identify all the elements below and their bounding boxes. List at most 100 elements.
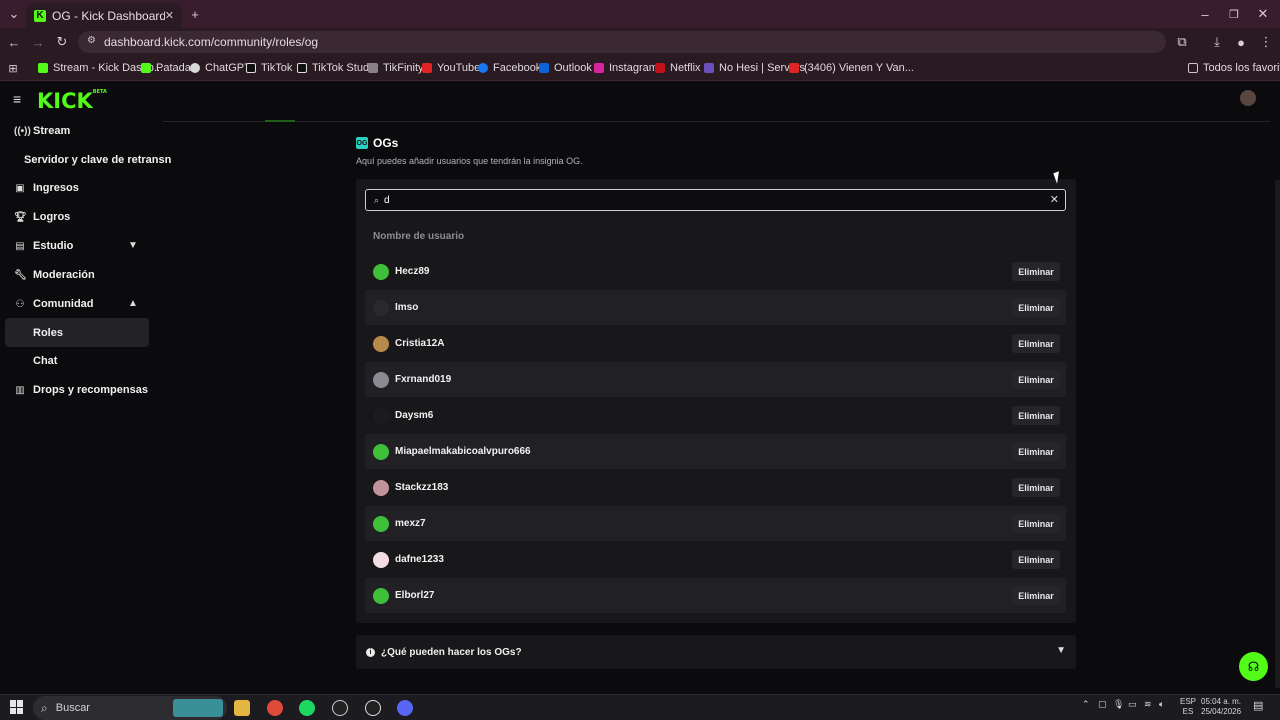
- bookmark-tikfinity[interactable]: TikFinity: [368, 60, 424, 76]
- search-highlight-image: [173, 699, 223, 717]
- kick-bookmark-icon: [141, 63, 151, 73]
- steam-icon[interactable]: [365, 700, 381, 716]
- menu-kebab-icon[interactable]: ⋮: [1256, 32, 1276, 52]
- volume-icon[interactable]: 🔈︎: [1159, 699, 1164, 710]
- user-row: Cristia12A Eliminar: [365, 326, 1066, 361]
- sidebar-item-drops[interactable]: ▥ Drops y recompensas: [14, 379, 148, 401]
- language-indicator[interactable]: ESP ES: [1180, 697, 1196, 717]
- file-explorer-icon[interactable]: [234, 700, 250, 716]
- delete-button[interactable]: Eliminar: [1012, 586, 1060, 605]
- tiktok-icon: [246, 63, 256, 73]
- page-scrollbar[interactable]: [1275, 180, 1280, 688]
- user-avatar[interactable]: [1240, 90, 1256, 106]
- close-tab-icon[interactable]: ✕: [165, 9, 174, 22]
- download-icon[interactable]: ⤓: [1207, 32, 1227, 52]
- apps-grid-icon[interactable]: ⊞: [3, 58, 23, 78]
- all-bookmarks[interactable]: Todos los favoritos: [1188, 60, 1280, 76]
- sidebar-item-comunidad[interactable]: ⚇ Comunidad: [14, 293, 94, 315]
- url-field[interactable]: ⚙ dashboard.kick.com/community/roles/og: [78, 31, 1166, 53]
- hamburger-menu-icon[interactable]: ≡: [13, 91, 21, 107]
- search-icon: ⌕: [41, 700, 48, 715]
- bookmark-patada[interactable]: Patada: [141, 60, 191, 76]
- netflix-icon: [655, 63, 665, 73]
- chevron-down-icon[interactable]: ▼: [128, 240, 138, 251]
- close-window-icon[interactable]: ✕: [1253, 4, 1273, 24]
- delete-button[interactable]: Eliminar: [1012, 334, 1060, 353]
- clear-search-icon[interactable]: ✕: [1050, 193, 1059, 206]
- user-row: Fxrnand019 Eliminar: [365, 362, 1066, 397]
- delete-button[interactable]: Eliminar: [1012, 442, 1060, 461]
- chrome-icon[interactable]: [267, 700, 283, 716]
- sidebar-item-roles[interactable]: Roles: [33, 322, 63, 344]
- extensions-icon[interactable]: ⧉: [1172, 32, 1192, 52]
- kick-logo[interactable]: KICKBETA: [37, 89, 107, 113]
- wallet-icon: ▣: [15, 182, 25, 194]
- bookmark-outlook[interactable]: Outlook: [539, 60, 592, 76]
- kick-bookmark-icon: [38, 63, 48, 73]
- delete-button[interactable]: Eliminar: [1012, 478, 1060, 497]
- avatar: [373, 515, 389, 532]
- bookmark-facebook[interactable]: Facebook: [478, 60, 541, 76]
- spotify-icon[interactable]: [299, 700, 315, 716]
- new-tab-icon[interactable]: +: [185, 4, 205, 24]
- bookmark-netflix[interactable]: Netflix: [655, 60, 701, 76]
- delete-button[interactable]: Eliminar: [1012, 262, 1060, 281]
- sidebar-item-stream[interactable]: ((•)) Stream: [14, 120, 70, 142]
- delete-button[interactable]: Eliminar: [1012, 298, 1060, 317]
- windows-taskbar: ⌕ Buscar ⌃ ▢ 🎙︎ ▭ ≋ 🔈︎ ESP ES 05:04 a. m.…: [0, 694, 1280, 720]
- faq-accordion[interactable]: i ¿Qué pueden hacer los OGs? ▼: [356, 635, 1076, 669]
- tikfinity-icon: [368, 63, 378, 73]
- sidebar-item-server-key[interactable]: Servidor y clave de retransn: [24, 149, 171, 171]
- delete-button[interactable]: Eliminar: [1012, 370, 1060, 389]
- bookmark-vienen-y-van[interactable]: (3406) Vienen Y Van...: [789, 60, 914, 76]
- studio-icon: ▤: [15, 240, 25, 252]
- chevron-up-icon[interactable]: ▲: [128, 298, 138, 309]
- sidebar-item-chat[interactable]: Chat: [33, 350, 57, 372]
- tray-app-icon[interactable]: ▢: [1098, 699, 1107, 710]
- tray-monitor-icon[interactable]: ▭: [1128, 699, 1137, 710]
- back-icon[interactable]: ←: [4, 32, 24, 52]
- user-row: Stackzz183 Eliminar: [365, 470, 1066, 505]
- notification-icon[interactable]: ▤: [1253, 699, 1263, 712]
- clock[interactable]: 05:04 a. m. 25/04/2026: [1201, 697, 1241, 717]
- search-value: d: [384, 194, 390, 206]
- tray-chevron-icon[interactable]: ⌃: [1082, 699, 1090, 710]
- site-info-icon[interactable]: ⚙: [87, 35, 96, 46]
- bookmark-tiktok[interactable]: TikTok: [246, 60, 292, 76]
- bookmark-chatgpt[interactable]: ChatGPT: [190, 60, 251, 76]
- microphone-icon[interactable]: 🎙︎: [1113, 699, 1124, 710]
- taskbar-search-input[interactable]: ⌕ Buscar: [33, 696, 227, 720]
- delete-button[interactable]: Eliminar: [1012, 514, 1060, 533]
- tab-search-icon[interactable]: ⌄: [4, 4, 24, 24]
- community-icon: ⚇: [15, 298, 25, 310]
- sidebar-item-logros[interactable]: 🏆︎ Logros: [14, 206, 70, 228]
- discord-icon[interactable]: [397, 700, 413, 716]
- facebook-icon: [478, 63, 488, 73]
- bookmark-tiktok-studio[interactable]: TikTok Studio: [297, 60, 378, 76]
- minimize-icon[interactable]: –: [1195, 4, 1215, 24]
- reload-icon[interactable]: ↻: [52, 32, 72, 52]
- sidebar-item-ingresos[interactable]: ▣ Ingresos: [14, 177, 79, 199]
- delete-button[interactable]: Eliminar: [1012, 406, 1060, 425]
- avatar: [373, 263, 389, 280]
- avatar: [373, 443, 389, 460]
- search-input[interactable]: ⌕ d ✕: [365, 189, 1066, 211]
- bookmark-youtube[interactable]: YouTube: [422, 60, 480, 76]
- wifi-icon[interactable]: ≋: [1144, 699, 1152, 710]
- windows-start-icon[interactable]: [10, 700, 24, 714]
- sidebar-item-moderacion[interactable]: 🔧︎ Moderación: [14, 264, 95, 286]
- browser-tab[interactable]: K OG - Kick Dashboard ✕: [26, 3, 182, 28]
- restore-icon[interactable]: ❐: [1224, 4, 1244, 24]
- sidebar-item-estudio[interactable]: ▤ Estudio: [14, 235, 73, 257]
- forward-icon[interactable]: →: [28, 32, 48, 52]
- help-chat-button[interactable]: ☊: [1239, 652, 1268, 681]
- profile-icon[interactable]: ●: [1231, 32, 1251, 52]
- avatar: [373, 551, 389, 568]
- browser-tab-bar: ⌄ K OG - Kick Dashboard ✕ + – ❐ ✕: [0, 0, 1280, 28]
- chatgpt-icon: [190, 63, 200, 73]
- sidebar-active-highlight: [5, 318, 149, 347]
- bookmark-instagram[interactable]: Instagram: [594, 60, 658, 76]
- delete-button[interactable]: Eliminar: [1012, 550, 1060, 569]
- page-title: OG OGs: [356, 136, 399, 150]
- app-icon[interactable]: [332, 700, 348, 716]
